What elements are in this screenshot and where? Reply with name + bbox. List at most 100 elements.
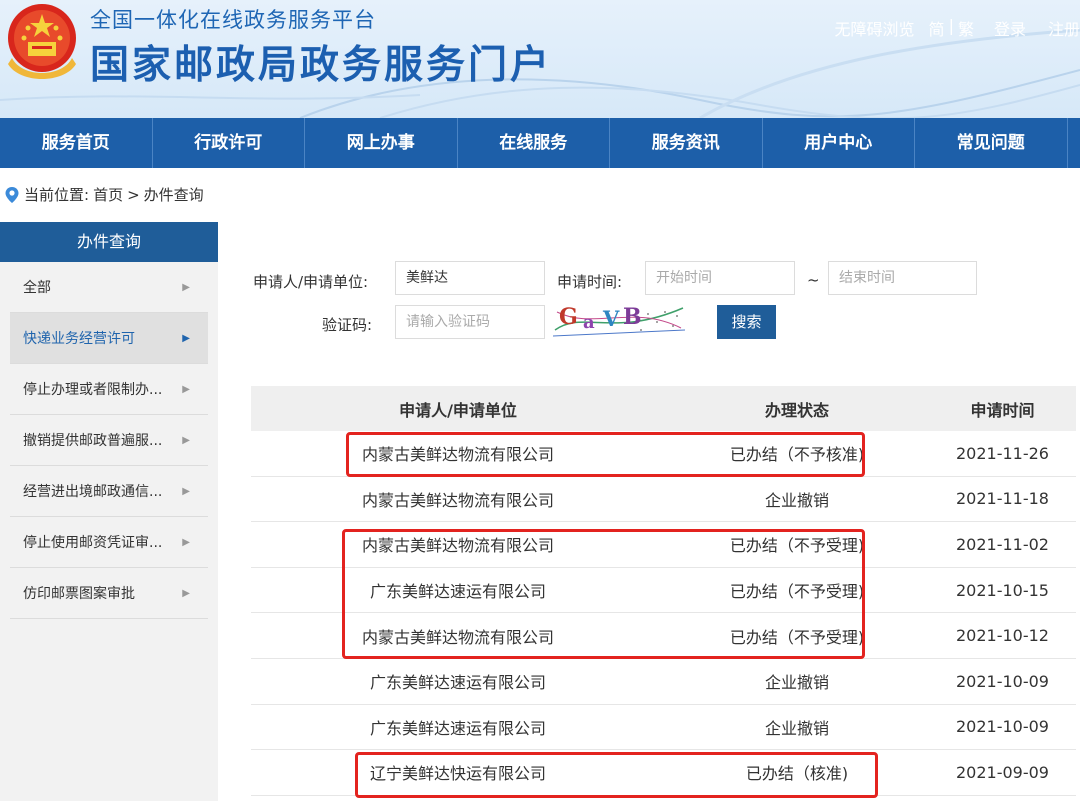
chevron-right-icon: ▶ — [182, 485, 190, 497]
table-row[interactable]: 内蒙古美鲜达物流有限公司 企业撤销 2021-11-18 — [251, 477, 1076, 523]
sidebar-item-label: 停止办理或者限制办... — [23, 382, 163, 398]
site-header: 全国一体化在线政务服务平台 国家邮政局政务服务门户 无障碍浏览 简 | 繁 登录… — [0, 0, 1080, 118]
chevron-right-icon: ▶ — [182, 587, 190, 599]
traditional-chinese-link[interactable]: 繁 — [958, 16, 974, 40]
cell-applicant: 辽宁美鲜达快运有限公司 — [369, 764, 546, 784]
svg-text:a: a — [583, 312, 595, 333]
sidebar-item-all[interactable]: 全部 ▶ — [10, 262, 208, 313]
nav-item-online-affairs[interactable]: 网上办事 — [305, 118, 458, 168]
cell-applicant: 广东美鲜达速运有限公司 — [369, 673, 546, 693]
breadcrumb-label: 当前位置: — [24, 186, 90, 204]
captcha-image[interactable]: G a V B — [553, 300, 685, 340]
cell-date: 2021-11-02 — [956, 534, 1049, 554]
cell-date: 2021-10-09 — [956, 717, 1049, 737]
table-row[interactable]: 内蒙古美鲜达物流有限公司 已办结（不予受理) 2021-11-02 — [251, 522, 1076, 568]
location-pin-icon — [5, 186, 19, 203]
sidebar-item-revoke-universal-service[interactable]: 撤销提供邮政普遍服... ▶ — [10, 415, 208, 466]
cell-status: 已办结（核准) — [745, 764, 849, 784]
search-button[interactable]: 搜索 — [717, 305, 776, 339]
header-status: 办理状态 — [764, 400, 829, 420]
cell-status: 已办结（不予核准) — [729, 445, 865, 465]
cell-date: 2021-11-26 — [956, 443, 1049, 463]
cell-applicant: 内蒙古美鲜达物流有限公司 — [361, 490, 554, 510]
nav-item-user-center[interactable]: 用户中心 — [763, 118, 915, 168]
sidebar-item-cross-border-postal[interactable]: 经营进出境邮政通信... ▶ — [10, 466, 208, 517]
end-date-input[interactable]: 结束时间 — [828, 261, 977, 295]
nav-item-service-news[interactable]: 服务资讯 — [610, 118, 763, 168]
breadcrumb-home-link[interactable]: 首页 — [93, 184, 123, 205]
cell-date: 2021-09-09 — [956, 762, 1049, 782]
time-label: 申请时间: — [557, 273, 623, 291]
breadcrumb-separator: > — [127, 185, 140, 204]
svg-text:B: B — [623, 304, 642, 330]
breadcrumb: 当前位置: 首页 > 办件查询 — [4, 184, 204, 205]
cell-status: 企业撤销 — [764, 673, 829, 693]
table-header: 申请人/申请单位 办理状态 申请时间 — [251, 386, 1076, 431]
nav-item-faq[interactable]: 常见问题 — [915, 118, 1068, 168]
cell-status: 企业撤销 — [764, 718, 829, 738]
start-date-input[interactable]: 开始时间 — [645, 261, 795, 295]
table-row[interactable]: 广东美鲜达速运有限公司 企业撤销 2021-10-09 — [251, 659, 1076, 705]
cell-applicant: 广东美鲜达速运有限公司 — [369, 718, 546, 738]
chevron-right-icon: ▶ — [182, 383, 190, 395]
chevron-right-icon: ▶ — [182, 332, 190, 344]
captcha-label: 验证码: — [322, 316, 373, 334]
sidebar: 办件查询 全部 ▶ 快递业务经营许可 ▶ 停止办理或者限制办... ▶ 撤销提供… — [0, 222, 218, 801]
sidebar-item-label: 经营进出境邮政通信... — [23, 484, 163, 500]
lang-separator: | — [948, 16, 954, 35]
sidebar-item-label: 停止使用邮资凭证审... — [23, 535, 163, 551]
platform-name: 全国一体化在线政务服务平台 — [90, 8, 376, 32]
applicant-input[interactable]: 美鲜达 — [395, 261, 545, 295]
cell-applicant: 内蒙古美鲜达物流有限公司 — [361, 536, 554, 556]
header-date: 申请时间 — [970, 400, 1035, 420]
cell-applicant: 内蒙古美鲜达物流有限公司 — [361, 627, 554, 647]
national-emblem-icon — [8, 4, 76, 79]
cell-status: 企业撤销 — [764, 490, 829, 510]
date-range-separator: ~ — [807, 271, 820, 289]
chevron-right-icon: ▶ — [182, 281, 190, 293]
cell-applicant: 内蒙古美鲜达物流有限公司 — [361, 445, 554, 465]
simplified-chinese-link[interactable]: 简 — [929, 16, 945, 40]
svg-text:G: G — [559, 304, 578, 330]
cell-date: 2021-10-15 — [956, 580, 1049, 600]
sidebar-item-label: 撤销提供邮政普遍服... — [23, 433, 163, 449]
sidebar-item-stamp-pattern-approval[interactable]: 仿印邮票图案审批 ▶ — [10, 568, 208, 619]
breadcrumb-current: 办件查询 — [143, 186, 204, 204]
cell-status: 已办结（不予受理) — [729, 627, 865, 647]
top-links: 无障碍浏览 简 | 繁 登录 注册 — [835, 16, 1080, 40]
sidebar-item-label: 全部 — [23, 280, 51, 296]
table-row[interactable]: 辽宁美鲜达快运有限公司 已办结（核准) 2021-09-09 — [251, 750, 1076, 796]
chevron-right-icon: ▶ — [182, 536, 190, 548]
cell-date: 2021-10-09 — [956, 671, 1049, 691]
svg-text:V: V — [602, 306, 620, 331]
header-applicant: 申请人/申请单位 — [399, 400, 517, 420]
table-row[interactable]: 内蒙古美鲜达物流有限公司 已办结（不予受理) 2021-10-12 — [251, 613, 1076, 659]
table-row[interactable]: 广东美鲜达速运有限公司 已办结（不予受理) 2021-10-15 — [251, 568, 1076, 614]
sidebar-item-express-license[interactable]: 快递业务经营许可 ▶ — [10, 313, 208, 364]
nav-item-online-services[interactable]: 在线服务 — [458, 118, 610, 168]
chevron-right-icon: ▶ — [182, 434, 190, 446]
sidebar-item-stop-postage-voucher[interactable]: 停止使用邮资凭证审... ▶ — [10, 517, 208, 568]
cell-date: 2021-11-18 — [956, 489, 1049, 509]
captcha-input[interactable]: 请输入验证码 — [395, 305, 545, 339]
applicant-label: 申请人/申请单位: — [253, 273, 369, 291]
sidebar-list: 全部 ▶ 快递业务经营许可 ▶ 停止办理或者限制办... ▶ 撤销提供邮政普遍服… — [10, 262, 208, 619]
login-link[interactable]: 登录 — [994, 16, 1026, 40]
cell-status: 已办结（不予受理) — [729, 536, 865, 556]
nav-item-administrative-license[interactable]: 行政许可 — [153, 118, 305, 168]
sidebar-item-stop-handling[interactable]: 停止办理或者限制办... ▶ — [10, 364, 208, 415]
portal-title: 国家邮政局政务服务门户 — [90, 43, 553, 88]
main-nav: 服务首页 行政许可 网上办事 在线服务 服务资讯 用户中心 常见问题 — [0, 118, 1080, 168]
cell-applicant: 广东美鲜达速运有限公司 — [369, 582, 546, 602]
sidebar-item-label: 快递业务经营许可 — [23, 331, 135, 347]
sidebar-item-label: 仿印邮票图案审批 — [23, 586, 135, 602]
cell-date: 2021-10-12 — [956, 626, 1049, 646]
sidebar-title: 办件查询 — [0, 222, 218, 262]
table-row[interactable]: 广东美鲜达速运有限公司 企业撤销 2021-10-09 — [251, 705, 1076, 751]
accessibility-link[interactable]: 无障碍浏览 — [835, 16, 915, 40]
results-table: 申请人/申请单位 办理状态 申请时间 内蒙古美鲜达物流有限公司 已办结（不予核准… — [251, 386, 1076, 796]
nav-item-home[interactable]: 服务首页 — [0, 118, 153, 168]
table-row[interactable]: 内蒙古美鲜达物流有限公司 已办结（不予核准) 2021-11-26 — [251, 431, 1076, 477]
register-link[interactable]: 注册 — [1048, 16, 1080, 40]
cell-status: 已办结（不予受理) — [729, 582, 865, 602]
